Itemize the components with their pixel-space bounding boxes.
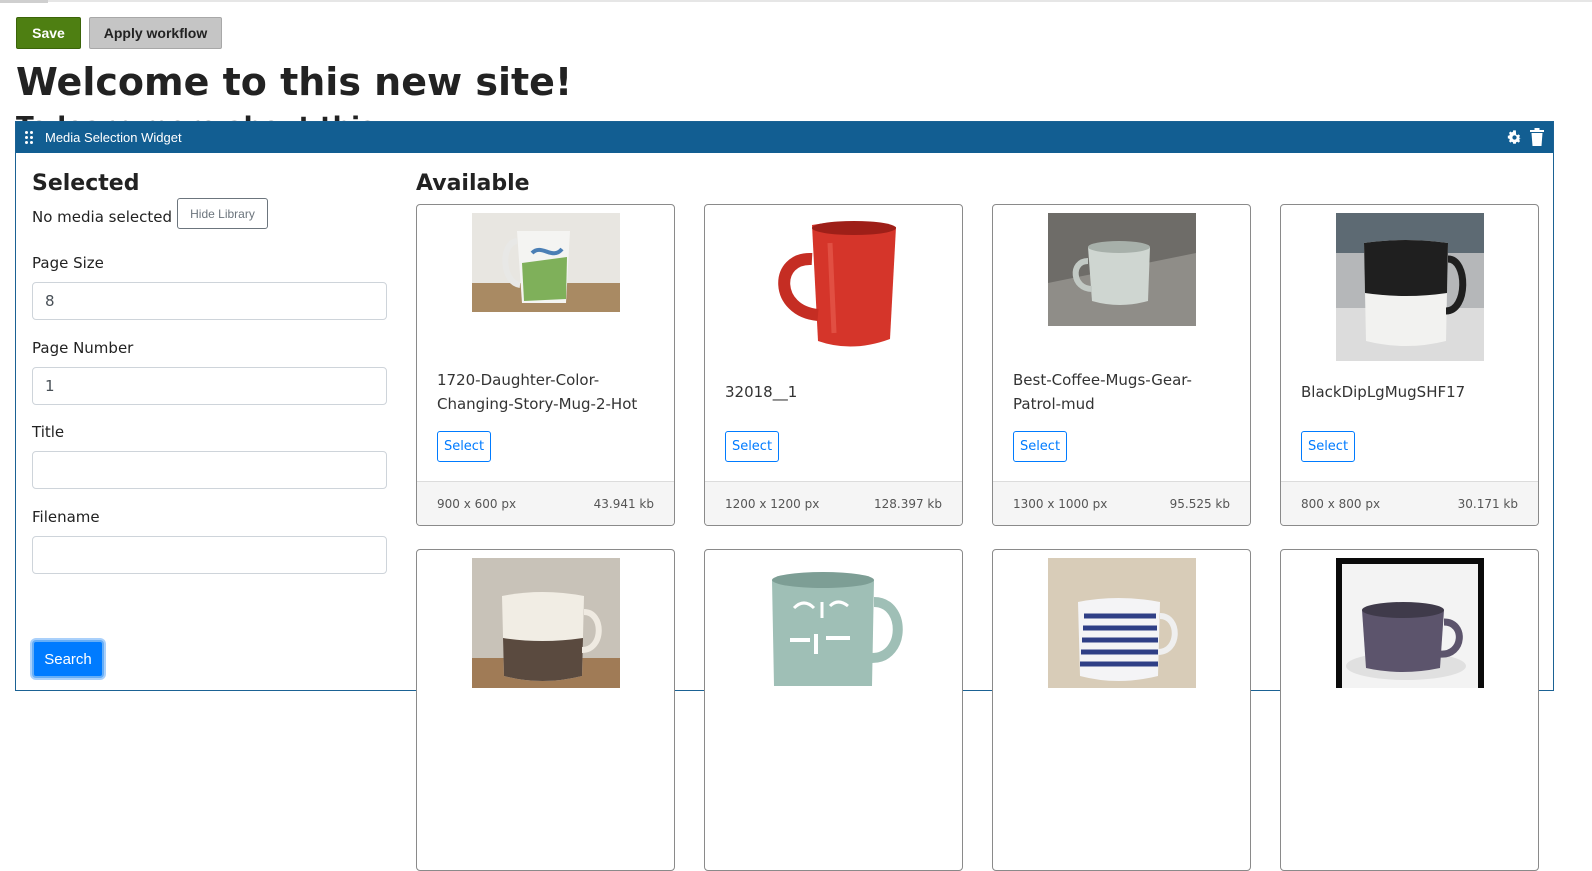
media-filesize: 30.171 kb — [1457, 496, 1518, 511]
title-label: Title — [32, 423, 65, 441]
mug-thumbnail-image — [1047, 558, 1196, 688]
page-size-label: Page Size — [32, 254, 104, 272]
mug-thumbnail-image — [1335, 213, 1484, 361]
media-dimensions: 1200 x 1200 px — [725, 496, 820, 511]
trash-icon[interactable] — [1530, 128, 1544, 146]
media-filesize: 128.397 kb — [873, 496, 942, 511]
page-number-label: Page Number — [32, 339, 134, 357]
search-button[interactable]: Search — [32, 640, 104, 678]
selected-status: No media selected — [32, 208, 172, 226]
media-filesize: 43.941 kb — [593, 496, 654, 511]
media-meta: 1300 x 1000 px 95.525 kb — [993, 481, 1250, 525]
top-tab-indicator — [0, 0, 48, 3]
widget-title: Media Selection Widget — [45, 130, 182, 145]
select-button[interactable]: Select — [1013, 431, 1067, 462]
media-dimensions: 800 x 800 px — [1301, 496, 1381, 511]
toolbar: Save Apply workflow — [16, 17, 222, 49]
filename-input[interactable] — [32, 536, 387, 574]
drag-handle-icon[interactable] — [25, 130, 33, 145]
mug-thumbnail-image — [1335, 558, 1484, 688]
media-card: 1720-Daughter-Color-Changing-Story-Mug-2… — [416, 204, 675, 526]
apply-workflow-button[interactable]: Apply workflow — [89, 17, 222, 49]
filename-label: Filename — [32, 508, 100, 526]
title-input[interactable] — [32, 451, 387, 489]
media-selection-widget: Media Selection Widget Selected No media… — [15, 121, 1554, 871]
available-heading: Available — [416, 171, 530, 196]
mug-thumbnail-image — [471, 558, 620, 688]
media-name: 1720-Daughter-Color-Changing-Story-Mug-2… — [437, 371, 638, 413]
top-border — [0, 0, 1592, 2]
page-size-input[interactable]: 8 — [32, 282, 387, 320]
media-card — [1280, 549, 1539, 871]
page-title: Welcome to this new site! — [16, 60, 573, 104]
media-card — [416, 549, 675, 871]
page-number-input[interactable]: 1 — [32, 367, 387, 405]
media-name: Best-Coffee-Mugs-Gear-Patrol-mud — [1013, 371, 1192, 413]
mug-thumbnail-image — [1047, 213, 1196, 326]
media-name: 32018__1 — [725, 383, 798, 401]
media-card — [704, 549, 963, 871]
save-button[interactable]: Save — [16, 17, 81, 49]
media-card: Best-Coffee-Mugs-Gear-Patrol-mud Select … — [992, 204, 1251, 526]
select-button[interactable]: Select — [437, 431, 491, 462]
hide-library-button[interactable]: Hide Library — [177, 198, 268, 229]
media-name: BlackDipLgMugSHF17 — [1301, 383, 1466, 401]
media-dimensions: 1300 x 1000 px — [1013, 496, 1108, 511]
media-dimensions: 900 x 600 px — [437, 496, 517, 511]
media-meta: 900 x 600 px 43.941 kb — [417, 481, 674, 525]
mug-thumbnail-image — [471, 213, 620, 312]
mug-thumbnail-image — [759, 213, 908, 361]
media-card: 32018__1 Select 1200 x 1200 px 128.397 k… — [704, 204, 963, 526]
media-meta: 1200 x 1200 px 128.397 kb — [705, 481, 962, 525]
selected-heading: Selected — [32, 171, 140, 196]
media-card: BlackDipLgMugSHF17 Select 800 x 800 px 3… — [1280, 204, 1539, 526]
media-meta: 800 x 800 px 30.171 kb — [1281, 481, 1538, 525]
media-filesize: 95.525 kb — [1169, 496, 1230, 511]
select-button[interactable]: Select — [725, 431, 779, 462]
selected-panel: Selected No media selected Hide Library … — [32, 171, 387, 678]
widget-header: Media Selection Widget — [16, 122, 1553, 153]
mug-thumbnail-image — [759, 558, 908, 688]
select-button[interactable]: Select — [1301, 431, 1355, 462]
gear-icon[interactable] — [1506, 129, 1523, 146]
media-card — [992, 549, 1251, 871]
